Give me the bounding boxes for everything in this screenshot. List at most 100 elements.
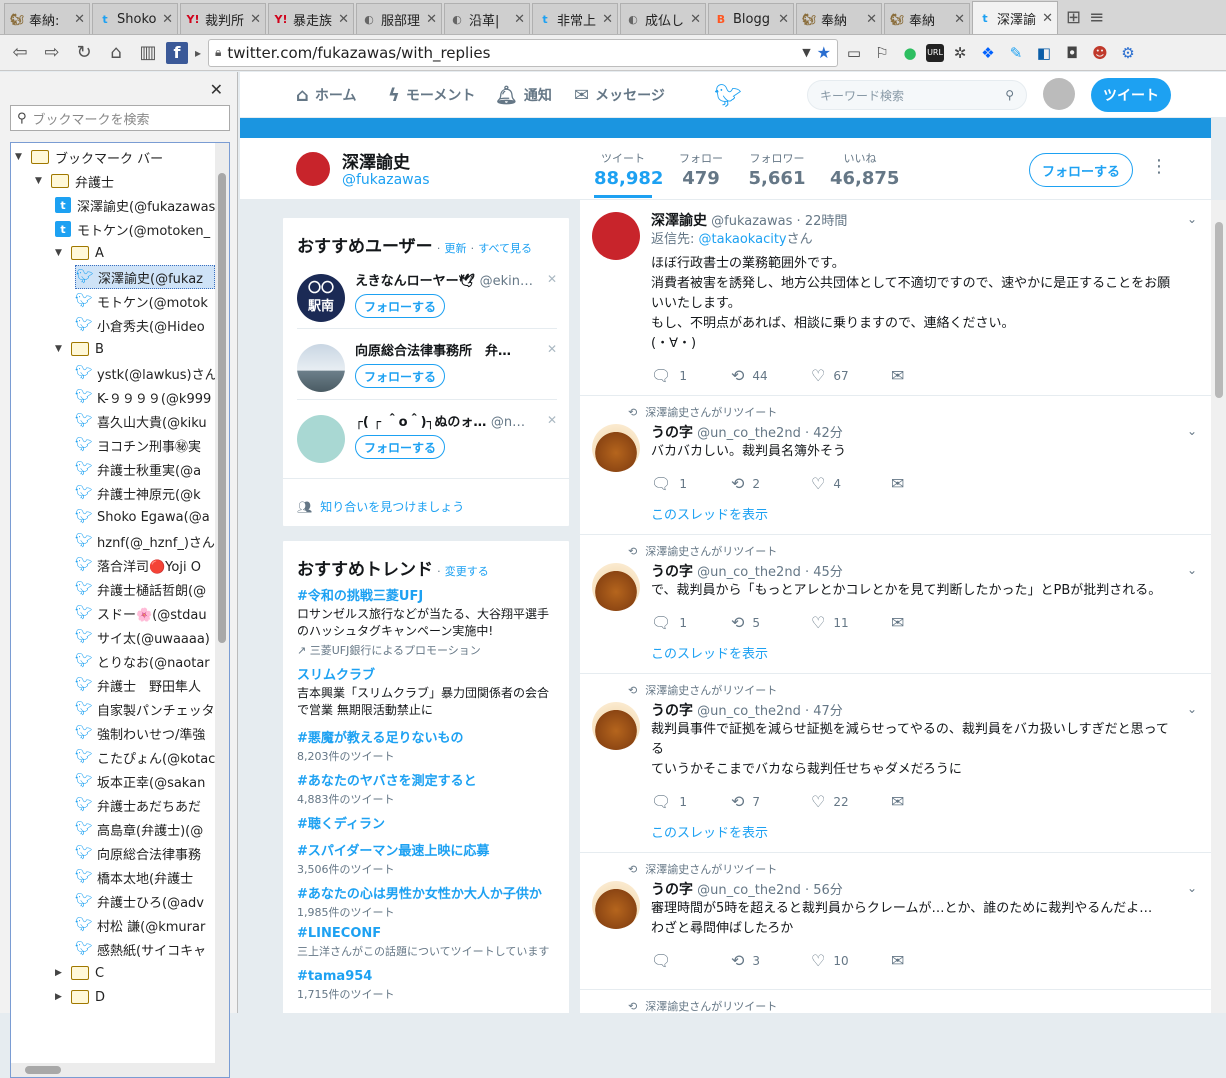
edit-addon-icon[interactable]: ✎: [1004, 41, 1028, 65]
overflow-chevron-icon[interactable]: ▸: [192, 39, 204, 67]
tweet-button[interactable]: ツイート: [1091, 78, 1171, 112]
reply-button[interactable]: 🗨︎ 1: [651, 366, 731, 385]
bookmark-item[interactable]: 🐦︎ 小倉秀夫(@Hideo: [75, 313, 215, 337]
tweet[interactable]: 深澤諭史 @fukazawas · 22時間 ⌄ 返信先: @takaokacity…: [580, 200, 1211, 396]
follow-button[interactable]: フォローする: [355, 364, 445, 388]
forward-icon[interactable]: ⇨: [38, 39, 66, 67]
new-tab-icon[interactable]: ⊞: [1066, 7, 1081, 28]
collapsed-twisty-icon[interactable]: ▶: [55, 968, 65, 978]
bookmark-star-icon[interactable]: ★: [817, 43, 831, 62]
chevron-down-icon[interactable]: ⌄: [1187, 881, 1197, 895]
bookmark-item[interactable]: 🐦︎ hznf(@_hznf_)さん: [75, 529, 215, 553]
like-button[interactable]: ♡ 11: [811, 613, 891, 632]
url-dropdown-icon[interactable]: ▼: [802, 46, 810, 59]
bookmark-item[interactable]: 🐦︎ サイ太(@uwaaaa): [75, 625, 215, 649]
bookmark-item[interactable]: 🐦︎ K-９９９９(@k999: [75, 385, 215, 409]
keyword-search-input[interactable]: キーワード検索 ⚲: [807, 80, 1027, 110]
bookmark-folder[interactable]: ▼ ブックマーク バー: [15, 145, 215, 169]
trend-item[interactable]: スリムクラブ 吉本興業「スリムクラブ」暴力団関係者の会合で営業 無期限活動禁止に: [297, 664, 559, 719]
bookmark-folder[interactable]: ▶ D: [55, 985, 215, 1009]
bookmark-item[interactable]: 🐦︎ 深澤諭史(@fukaz: [75, 265, 215, 289]
bookmark-folder[interactable]: ▼ 弁護士: [35, 169, 215, 193]
tweet-avatar[interactable]: [592, 563, 640, 611]
page-vertical-scrollbar[interactable]: [1211, 200, 1226, 1013]
reload-icon[interactable]: ↻: [70, 39, 98, 67]
tab-close-icon[interactable]: ✕: [338, 12, 349, 27]
refresh-link[interactable]: 更新: [444, 242, 466, 255]
retweet-button[interactable]: ⟲ 5: [731, 613, 811, 632]
bookmark-item[interactable]: 🐦︎ 強制わいせつ/準強: [75, 721, 215, 745]
tree-horizontal-scrollbar[interactable]: [11, 1063, 229, 1077]
bookmarks-icon[interactable]: ⚐: [870, 41, 894, 65]
suggested-user-avatar[interactable]: [297, 344, 345, 392]
expanded-twisty-icon[interactable]: ▼: [55, 344, 65, 354]
show-thread-link[interactable]: このスレッドを表示: [651, 643, 768, 662]
bookmark-item[interactable]: 🐦︎ 弁護士神原元(@k: [75, 481, 215, 505]
bookmark-item[interactable]: 🐦︎ 坂本正幸(@sakan: [75, 769, 215, 793]
tab-close-icon[interactable]: ✕: [514, 12, 525, 27]
suggested-user-name[interactable]: 向原総合法律事務所 弁…: [355, 340, 533, 359]
twitter-bird-logo-icon[interactable]: 🐦︎: [714, 84, 742, 109]
tweet-author-name[interactable]: うの字: [651, 425, 693, 441]
suggested-user-avatar[interactable]: [297, 415, 345, 463]
browser-tab[interactable]: ◐ 成仏し ✕: [620, 3, 706, 34]
nav-home[interactable]: ⌂ ホーム: [296, 72, 356, 118]
bookmark-item[interactable]: 🐦︎ 高島章(弁護士)(@: [75, 817, 215, 841]
profile-handle[interactable]: @fukazawas: [342, 172, 430, 188]
expanded-twisty-icon[interactable]: ▼: [15, 152, 25, 162]
tweet[interactable]: ⟲ 深澤諭史さんがリツイート うの字 @un_co_the2nd · 56分 ⌄ 審理時…: [580, 853, 1211, 990]
home-icon[interactable]: ⌂: [102, 39, 130, 67]
tweet-author-handle[interactable]: @un_co_the2nd: [697, 883, 801, 898]
chevron-down-icon[interactable]: ⌄: [1187, 212, 1197, 226]
stat-tweets[interactable]: ツイート 88,982: [594, 150, 663, 198]
browser-tab[interactable]: t 深澤諭 ✕: [972, 1, 1058, 34]
browser-tab[interactable]: 🐿 奉納 ✕: [884, 3, 970, 34]
tab-close-icon[interactable]: ✕: [250, 12, 261, 27]
tab-close-icon[interactable]: ✕: [778, 12, 789, 27]
tweet-avatar[interactable]: [592, 212, 640, 260]
tweet-time[interactable]: 56分: [813, 883, 843, 898]
nav-notifications[interactable]: 🔔︎ 通知: [495, 72, 552, 118]
tweet-author-handle[interactable]: @un_co_the2nd: [697, 426, 801, 441]
browser-tab[interactable]: Y! 暴走族 ✕: [268, 3, 354, 34]
profile-avatar[interactable]: [294, 150, 332, 188]
show-thread-link[interactable]: このスレッドを表示: [651, 822, 768, 841]
show-thread-link[interactable]: このスレッドを表示: [651, 504, 768, 523]
bookmark-item[interactable]: 🐦︎ 村松 謙(@kmurar: [75, 913, 215, 937]
tweet-avatar[interactable]: [592, 881, 640, 929]
change-trends-link[interactable]: 変更する: [445, 565, 489, 578]
bookmark-folder[interactable]: ▼ B: [55, 337, 215, 361]
tab-close-icon[interactable]: ✕: [690, 12, 701, 27]
collapsed-twisty-icon[interactable]: ▶: [55, 992, 65, 1002]
bookmark-item[interactable]: 🐦︎ こたぴょん(@kotac: [75, 745, 215, 769]
tweet-author-name[interactable]: うの字: [651, 703, 693, 719]
bookmark-search-input[interactable]: ⚲ ブックマークを検索: [10, 105, 230, 131]
pocket-icon[interactable]: ◘: [1060, 41, 1084, 65]
dismiss-icon[interactable]: ✕: [547, 413, 557, 427]
browser-tab[interactable]: 🐿 奉納 ✕: [796, 3, 882, 34]
tweet-avatar[interactable]: [592, 702, 640, 750]
tweet[interactable]: ⟲ 深澤諭史さんがリツイート うの字 @un_co_the2nd · 42分 ⌄ バカバ…: [580, 396, 1211, 535]
bookmark-item[interactable]: 🐦︎ 弁護士ひろ(@adv: [75, 889, 215, 913]
browser-tab[interactable]: ◐ 服部理 ✕: [356, 3, 442, 34]
reply-button[interactable]: 🗨︎ 1: [651, 474, 731, 493]
bookmark-item[interactable]: 🐦︎ 弁護士樋話哲朗(@: [75, 577, 215, 601]
trend-item[interactable]: #あなたのヤバさを測定すると 4,883件のツイート: [297, 770, 559, 807]
direct-message-button[interactable]: ✉: [891, 951, 971, 970]
trend-item[interactable]: #LINECONF 三上洋さんがこの話題についてツイートしています: [297, 926, 559, 959]
retweet-button[interactable]: ⟲ 44: [731, 366, 811, 385]
bookmark-item[interactable]: 🐦︎ ヨコチン刑事㊙実: [75, 433, 215, 457]
bookmark-sidebar-icon[interactable]: ▥: [134, 39, 162, 67]
tweet-author-handle[interactable]: @un_co_the2nd: [697, 704, 801, 719]
nav-moments[interactable]: ϟ モーメント: [388, 72, 475, 118]
direct-message-button[interactable]: ✉: [891, 613, 971, 632]
bookmark-item[interactable]: 🐦︎ Shoko Egawa(@a: [75, 505, 215, 529]
facebook-icon[interactable]: f: [166, 41, 188, 64]
suggested-user-name[interactable]: えきなんローヤー🕊 @ekin…: [355, 270, 533, 289]
reply-button[interactable]: 🗨︎: [651, 951, 731, 970]
tweet-time[interactable]: 47分: [813, 704, 843, 719]
view-all-link[interactable]: すべて見る: [478, 242, 532, 255]
direct-message-button[interactable]: ✉: [891, 792, 971, 811]
browser-tab[interactable]: 🐿 奉納: ✕: [4, 3, 90, 34]
tab-list-icon[interactable]: ≡: [1089, 7, 1104, 28]
